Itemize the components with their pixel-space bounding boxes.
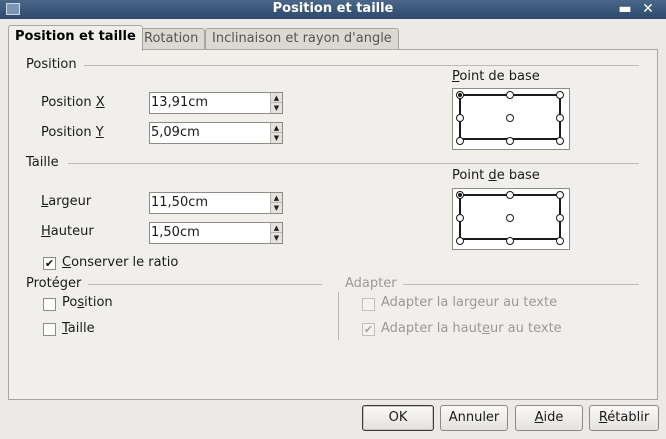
base-point-top-center[interactable] bbox=[506, 91, 514, 99]
position-x-spinner: ▲ ▼ bbox=[270, 93, 282, 113]
width-label: Largeur bbox=[41, 194, 92, 209]
spin-down-icon[interactable]: ▼ bbox=[271, 103, 282, 113]
height-spinner: ▲ ▼ bbox=[270, 223, 282, 243]
reset-button[interactable]: Rétablir bbox=[589, 405, 659, 431]
adapt-section-divider bbox=[403, 284, 639, 285]
protect-section-title: Protéger bbox=[26, 276, 82, 291]
size-base-point-label: Point de base bbox=[452, 168, 540, 183]
height-label: Hauteur bbox=[41, 224, 94, 239]
base-point-middle-right[interactable] bbox=[556, 214, 564, 222]
protect-size-label: Taille bbox=[62, 321, 95, 336]
title-bar: Position et taille ▬ ✕ bbox=[0, 0, 666, 19]
spin-down-icon[interactable]: ▼ bbox=[271, 233, 282, 243]
tab-position-size[interactable]: Position et taille bbox=[8, 25, 143, 51]
base-point-top-left[interactable] bbox=[456, 191, 464, 199]
fit-width-label: Adapter la largeur au texte bbox=[381, 295, 558, 310]
position-y-spinner: ▲ ▼ bbox=[270, 123, 282, 143]
window-title: Position et taille bbox=[272, 1, 394, 16]
fit-height-checkbox[interactable]: ✔ bbox=[362, 323, 375, 336]
spin-down-icon[interactable]: ▼ bbox=[271, 203, 282, 213]
keep-ratio-label: Conserver le ratio bbox=[62, 255, 179, 270]
size-base-point-grid bbox=[452, 188, 570, 250]
adapt-section-separator bbox=[338, 292, 339, 340]
position-base-point-label: Point de base bbox=[452, 69, 540, 84]
base-point-top-right[interactable] bbox=[556, 191, 564, 199]
spin-up-icon[interactable]: ▲ bbox=[271, 193, 282, 203]
position-section-title: Position bbox=[26, 57, 77, 72]
position-x-label: Position X bbox=[41, 95, 105, 110]
base-point-middle-right[interactable] bbox=[556, 114, 564, 122]
adapt-section-title: Adapter bbox=[345, 276, 397, 291]
spin-up-icon[interactable]: ▲ bbox=[271, 223, 282, 233]
fit-width-checkbox[interactable] bbox=[362, 298, 375, 311]
position-base-point-grid bbox=[452, 88, 570, 150]
position-x-field[interactable]: 13,91cm ▲ ▼ bbox=[149, 92, 283, 114]
base-point-bottom-left[interactable] bbox=[456, 237, 464, 245]
height-field[interactable]: 1,50cm ▲ ▼ bbox=[149, 222, 283, 244]
fit-height-label: Adapter la hauteur au texte bbox=[381, 321, 562, 336]
protect-position-label: Position bbox=[62, 295, 113, 310]
keep-ratio-checkbox[interactable]: ✔ bbox=[43, 257, 56, 270]
ok-button[interactable]: OK bbox=[362, 405, 434, 431]
close-icon[interactable]: ✕ bbox=[640, 1, 656, 17]
spin-down-icon[interactable]: ▼ bbox=[271, 133, 282, 143]
spin-up-icon[interactable]: ▲ bbox=[271, 123, 282, 133]
size-section-title: Taille bbox=[26, 155, 59, 170]
base-point-middle-left[interactable] bbox=[456, 114, 464, 122]
base-point-top-right[interactable] bbox=[556, 91, 564, 99]
height-value: 1,50cm bbox=[151, 225, 200, 240]
position-y-label: Position Y bbox=[41, 125, 104, 140]
position-section-divider bbox=[84, 65, 639, 66]
base-point-bottom-left[interactable] bbox=[456, 137, 464, 145]
width-spinner: ▲ ▼ bbox=[270, 193, 282, 213]
position-y-value: 5,09cm bbox=[151, 125, 200, 140]
protect-size-checkbox[interactable] bbox=[43, 323, 56, 336]
base-point-bottom-center[interactable] bbox=[506, 237, 514, 245]
base-point-middle-left[interactable] bbox=[456, 214, 464, 222]
tab-slant-corner-radius[interactable]: Inclinaison et rayon d'angle bbox=[205, 28, 399, 50]
spin-up-icon[interactable]: ▲ bbox=[271, 93, 282, 103]
help-button[interactable]: Aide bbox=[515, 405, 583, 431]
size-section-divider bbox=[68, 163, 639, 164]
base-point-bottom-right[interactable] bbox=[556, 237, 564, 245]
position-y-field[interactable]: 5,09cm ▲ ▼ bbox=[149, 122, 283, 144]
tab-rotation[interactable]: Rotation bbox=[137, 28, 206, 50]
base-point-top-center[interactable] bbox=[506, 191, 514, 199]
base-point-top-left[interactable] bbox=[456, 91, 464, 99]
protect-position-checkbox[interactable] bbox=[43, 298, 56, 311]
width-value: 11,50cm bbox=[151, 195, 209, 210]
base-point-bottom-center[interactable] bbox=[506, 137, 514, 145]
base-point-center[interactable] bbox=[506, 214, 514, 222]
base-point-bottom-right[interactable] bbox=[556, 137, 564, 145]
position-x-value: 13,91cm bbox=[151, 95, 209, 110]
minimize-icon[interactable]: ▬ bbox=[617, 1, 633, 17]
cancel-button[interactable]: Annuler bbox=[440, 405, 508, 431]
width-field[interactable]: 11,50cm ▲ ▼ bbox=[149, 192, 283, 214]
protect-section-divider bbox=[88, 284, 322, 285]
base-point-center[interactable] bbox=[506, 114, 514, 122]
